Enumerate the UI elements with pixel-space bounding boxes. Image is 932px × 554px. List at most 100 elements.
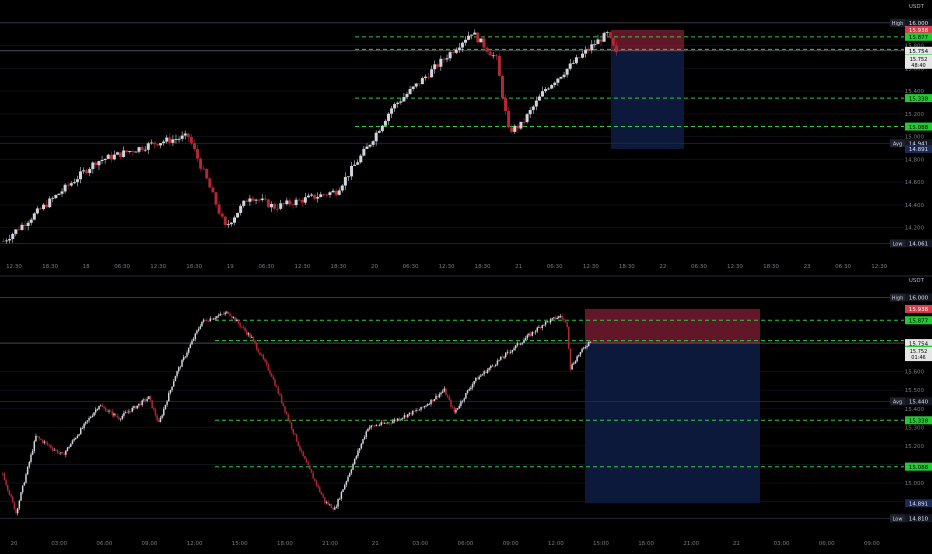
candle-body (241, 326, 243, 328)
level4-price-tag: 15.088 (905, 462, 932, 471)
x-tick-label: 12:30 (6, 264, 22, 270)
candle-body (498, 359, 500, 361)
candle-body (269, 370, 271, 374)
candle-body (109, 154, 113, 160)
candle-body (481, 374, 484, 376)
candle-body (516, 125, 520, 129)
candle-body (197, 328, 200, 331)
candle-body (222, 314, 225, 315)
currency-label: USDT (909, 278, 925, 284)
level1-price-tag: 15.877 (905, 32, 932, 41)
candle-body (377, 425, 379, 427)
candle-body (214, 192, 218, 205)
candle-body (169, 389, 172, 394)
candle-body (342, 489, 344, 493)
candle-body (226, 311, 228, 313)
candle-body (362, 439, 364, 444)
take-profit-zone (611, 50, 684, 149)
candle-body (134, 151, 138, 153)
candle-body (330, 504, 333, 509)
candle-body (421, 406, 424, 408)
candle-body (163, 408, 165, 416)
candle-body (16, 508, 19, 514)
candle-body (45, 441, 47, 443)
candle-body (476, 377, 479, 380)
price-tag-value: 14.061 (909, 242, 928, 248)
candle-body (486, 369, 489, 374)
candle-body (51, 197, 55, 199)
candle-body (355, 456, 358, 459)
x-tick-label: 09:00 (503, 541, 519, 547)
candle-body (397, 418, 399, 421)
candle-body (348, 473, 351, 477)
x-tick-label: 06:30 (403, 264, 419, 270)
price-tag-value: 14.810 (909, 516, 929, 522)
candle-body (322, 194, 326, 196)
candle-body (23, 224, 27, 226)
y-tick-label: 15.300 (905, 425, 925, 431)
x-tick-label: 12:30 (439, 264, 455, 270)
candle-body (279, 203, 283, 209)
candle-body (558, 316, 560, 318)
x-tick-label: 12:00 (548, 541, 564, 547)
x-tick-label: 23 (804, 264, 811, 270)
candle-body (551, 318, 553, 320)
candle-body (461, 400, 464, 402)
candle-body (242, 327, 245, 328)
candle-body (425, 405, 427, 407)
candle-body (528, 110, 532, 115)
candle-body (496, 360, 499, 365)
price-tag-value: 15.440 (909, 400, 929, 406)
candle-body (82, 170, 86, 172)
candle-body (508, 351, 510, 353)
candle-body (259, 352, 261, 355)
candle-body (304, 456, 306, 459)
candle-body (191, 340, 193, 345)
candle-body (438, 394, 441, 398)
candle-body (478, 376, 480, 380)
candle-body (290, 422, 293, 429)
candle-body (35, 208, 39, 214)
candle-body (226, 224, 230, 226)
candle-body (375, 425, 377, 427)
candle-body (408, 412, 411, 415)
candle-body (265, 361, 268, 365)
candle-body (119, 418, 122, 420)
candle-body (377, 131, 381, 133)
candle-body (174, 376, 177, 382)
candle-body (128, 411, 130, 413)
stop-loss-zone (585, 308, 760, 344)
candle-body (11, 233, 15, 240)
candle-body (252, 337, 255, 341)
candle-body (593, 44, 597, 45)
candle-body (482, 38, 486, 48)
candle-body (234, 317, 236, 322)
candle-body (428, 404, 431, 405)
candle-body (584, 49, 588, 54)
avg-price-tag: 15.440 Avg (890, 397, 932, 406)
y-tick-label: 15.600 (905, 370, 925, 376)
candle-body (345, 481, 348, 485)
candle-body (441, 391, 444, 393)
candle-body (246, 330, 248, 335)
candle-body (206, 320, 208, 322)
candle-body (174, 139, 178, 140)
candle-body (108, 410, 110, 412)
candle-body (398, 418, 401, 420)
candle-body (363, 436, 366, 440)
candle-body (249, 333, 251, 338)
candle-body (134, 406, 137, 409)
candle-body (146, 399, 148, 401)
candle-body (519, 343, 522, 345)
candle-body (420, 406, 422, 410)
candle-body (476, 32, 480, 43)
candle-body (279, 393, 281, 396)
candle-body (229, 313, 231, 316)
candle-body (340, 185, 344, 191)
candle-body (439, 58, 443, 67)
candle-body (166, 401, 168, 405)
candle-body (407, 414, 409, 418)
candle-body (359, 155, 363, 163)
candle-body (395, 419, 397, 421)
candle-body (479, 38, 483, 43)
